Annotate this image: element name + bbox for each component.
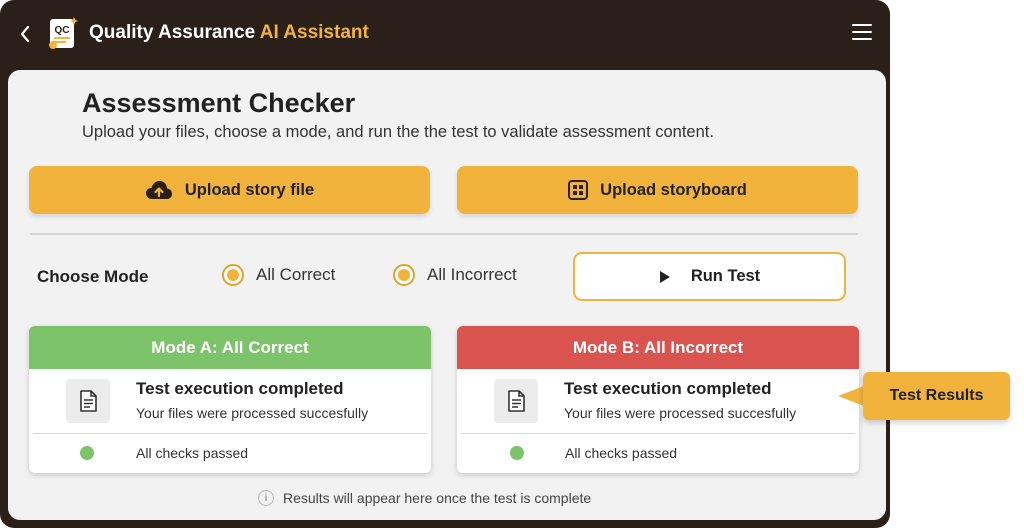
app-header: QC Quality Assurance AI Assistant [0,0,890,70]
mode-option-label: All Correct [256,265,336,284]
page-subtitle: Upload your files, choose a mode, and ru… [82,123,714,141]
mode-label: Choose Mode [37,267,149,286]
upload-storyboard-button[interactable]: Upload storyboard [457,166,858,214]
grid-icon [568,180,589,200]
document-icon [494,379,538,423]
upload-story-label: Upload story file [184,180,315,199]
footnote-text: Results will appear here once the test i… [283,490,592,506]
radio-selected-icon [393,264,415,286]
cloud-upload-icon [145,181,172,199]
upload-storyboard-label: Upload storyboard [600,180,747,199]
menu-button[interactable] [852,24,872,42]
status-dot-icon [510,446,524,460]
status-dot-icon [80,446,94,460]
svg-text:QC: QC [55,25,70,36]
app-title: Quality Assurance AI Assistant [89,22,369,44]
card-divider [33,433,427,434]
app-title-main: Quality Assurance [89,22,256,43]
radio-selected-icon [222,264,244,286]
app-title-accent: AI Assistant [259,22,369,43]
hamburger-menu-icon [852,24,872,40]
back-button[interactable] [14,22,36,46]
result-message-subtitle: Your files were processed succesfully [564,405,797,421]
result-card-mode-a: Mode A: All Correct Test execution compl… [29,326,431,473]
mode-option-all-correct[interactable]: All Correct [222,264,335,286]
results-footnote: i Results will appear here once the test… [258,490,591,506]
app-logo: QC [48,16,78,50]
chevron-left-icon [20,25,30,43]
info-icon: i [258,490,274,506]
app-window: QC Quality Assurance AI Assistant Assess… [0,0,890,528]
result-message-title: Test execution completed [136,379,344,398]
result-card-mode-b: Mode B: All Incorrect Test execution com… [457,326,859,473]
result-message-subtitle: Your files were processed succesfully [136,405,369,421]
play-icon [659,270,670,283]
result-message-title: Test execution completed [564,379,772,398]
callout-pointer [838,386,864,406]
result-card-header: Mode B: All Incorrect [457,326,859,369]
mode-option-all-incorrect[interactable]: All Incorrect [393,264,517,286]
page-title: Assessment Checker [82,88,356,118]
result-status: All checks passed [136,445,249,461]
run-test-label: Run Test [690,267,761,285]
result-status: All checks passed [565,445,678,461]
mode-option-label: All Incorrect [427,265,517,284]
document-icon [66,379,110,423]
test-results-callout: Test Results [863,372,1010,420]
card-divider [461,433,855,434]
upload-story-button[interactable]: Upload story file [29,166,430,214]
main-panel: Assessment Checker Upload your files, ch… [8,70,886,520]
run-test-button[interactable]: Run Test [573,252,846,301]
result-card-header: Mode A: All Correct [29,326,431,369]
section-divider [30,233,858,235]
